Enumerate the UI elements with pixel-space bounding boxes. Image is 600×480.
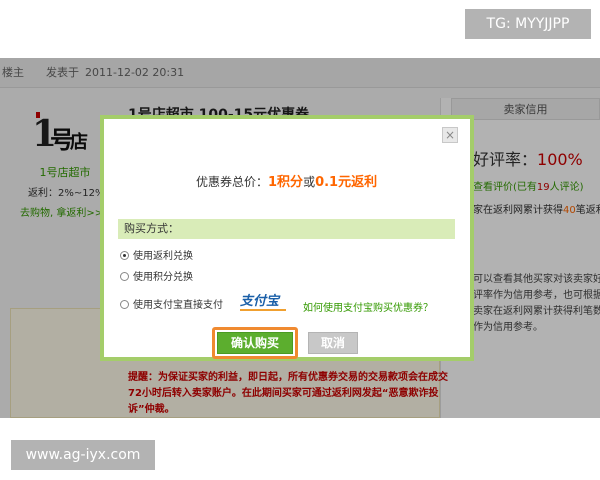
- total-points: 1积分: [268, 175, 304, 190]
- option-rebate-label: 使用返利兑换: [133, 251, 193, 262]
- option-alipay-label: 使用支付宝直接支付: [133, 300, 223, 311]
- option-rebate[interactable]: 使用返利兑换: [120, 250, 193, 264]
- purchase-dialog: × 优惠券总价：1积分或0.1元返利 购买方式： 使用返利兑换 使用积分兑换 使…: [100, 115, 474, 361]
- cancel-button[interactable]: 取消: [308, 332, 358, 354]
- alipay-help-link[interactable]: 如何使用支付宝购买优惠券？: [303, 299, 433, 314]
- confirm-purchase-button[interactable]: 确认购买: [217, 332, 293, 354]
- purchase-method-header: 购买方式：: [118, 219, 455, 239]
- radio-points[interactable]: [120, 272, 129, 281]
- alipay-logo-text: 支付宝: [240, 294, 280, 309]
- alipay-logo-underline: [240, 309, 286, 311]
- total-cash: 0.1元返利: [315, 175, 378, 190]
- total-label: 优惠券总价：: [196, 175, 269, 189]
- watermark-bottom: www.ag-iyx.com: [11, 440, 155, 470]
- confirm-highlight: 确认购买: [212, 327, 298, 359]
- screenshot-root: 楼主 发表于 2011-12-02 20:31 1 号 店 1号店超市 返利：2…: [0, 0, 600, 480]
- radio-alipay[interactable]: [120, 300, 129, 309]
- watermark-top: TG: MYYJJPP: [465, 9, 591, 39]
- alipay-logo-icon: 支付宝: [240, 293, 286, 311]
- option-points[interactable]: 使用积分兑换: [120, 271, 193, 285]
- radio-rebate[interactable]: [120, 251, 129, 260]
- total-or: 或: [303, 175, 316, 189]
- option-points-label: 使用积分兑换: [133, 272, 193, 283]
- close-icon[interactable]: ×: [442, 127, 458, 143]
- coupon-total-price: 优惠券总价：1积分或0.1元返利: [196, 171, 377, 190]
- option-alipay[interactable]: 使用支付宝直接支付: [120, 299, 223, 313]
